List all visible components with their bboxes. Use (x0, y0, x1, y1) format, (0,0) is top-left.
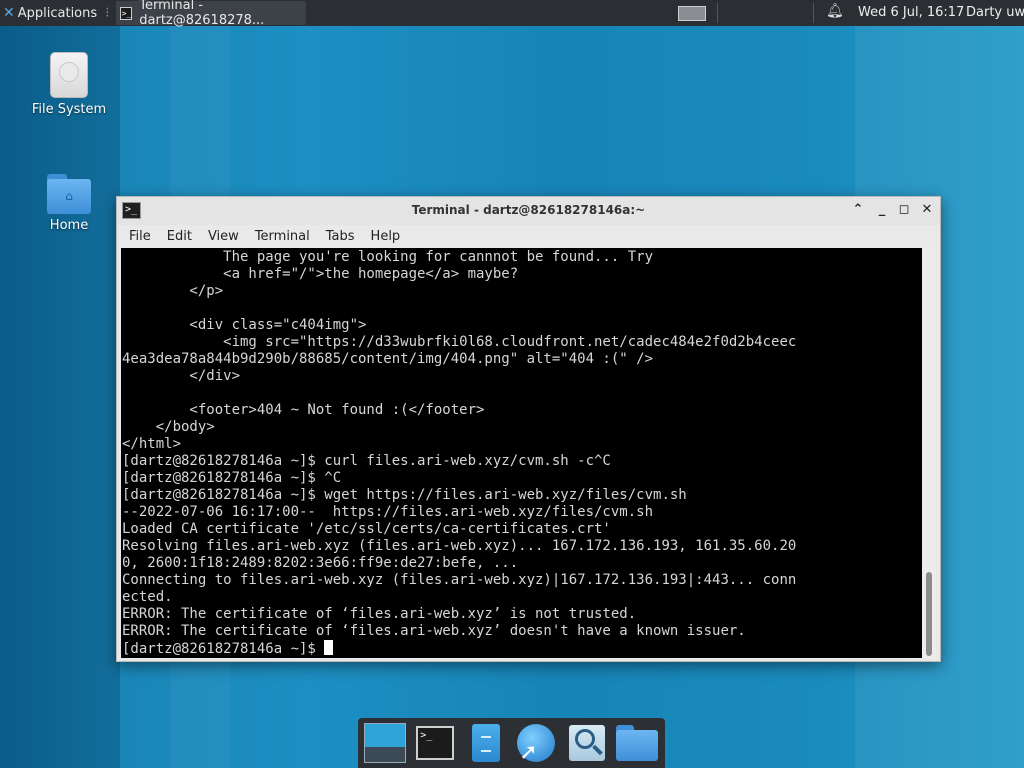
file-cabinet-icon (471, 724, 500, 762)
terminal-icon: >_ (119, 6, 133, 20)
desktop-icon-label: File System (31, 102, 107, 117)
web-browser-icon: ➚ (517, 724, 556, 765)
terminal-icon: >_ (416, 726, 455, 760)
maximize-button[interactable]: ◻ (896, 202, 912, 218)
terminal-line: The page you're looking for cannnot be f… (122, 249, 654, 265)
desktop-icon-home[interactable]: ⌂ Home (24, 174, 114, 233)
window-titlebar[interactable]: >_ Terminal - dartz@82618278146a:~ ⌃ _ ◻… (117, 197, 940, 225)
menu-tabs[interactable]: Tabs (318, 229, 363, 244)
dock-terminal[interactable]: >_ (413, 721, 459, 765)
terminal-line: ERROR: The certificate of ‘files.ari-web… (122, 606, 637, 622)
dock: >_ ➚ (358, 718, 665, 768)
scrollbar[interactable] (922, 248, 936, 658)
terminal-line: </div> (122, 368, 241, 384)
taskbar-title: Terminal - dartz@82618278... (139, 0, 265, 28)
menu-edit[interactable]: Edit (159, 229, 200, 244)
terminal-line: --2022-07-06 16:17:00-- https://files.ar… (122, 504, 654, 520)
home-folder-icon: ⌂ (47, 174, 91, 214)
close-button[interactable]: ✕ (919, 202, 935, 218)
dock-show-desktop[interactable] (362, 721, 408, 765)
file-manager-icon (616, 725, 659, 761)
terminal-window: >_ Terminal - dartz@82618278146a:~ ⌃ _ ◻… (116, 196, 941, 662)
terminal-line: 0, 2600:1f18:2489:8202:3e66:ff9e:de27:be… (122, 555, 519, 571)
window-title: Terminal - dartz@82618278146a:~ (411, 203, 646, 217)
panel-divider (717, 3, 718, 23)
terminal-line: [dartz@82618278146a ~]$ curl files.ari-w… (122, 453, 611, 469)
desktop-icon-label: Home (49, 218, 89, 233)
terminal-text: The page you're looking for cannnot be f… (121, 248, 922, 658)
applications-menu-button[interactable]: ✕ Applications (0, 0, 101, 26)
window-menu-up-icon[interactable]: ⌃ (850, 202, 866, 218)
user-menu[interactable]: Darty uwu (966, 5, 1024, 20)
show-desktop-icon (363, 723, 406, 763)
desktop-icon-file-system[interactable]: File System (24, 52, 114, 117)
terminal-line: </html> (122, 436, 182, 452)
terminal-line: [dartz@82618278146a ~]$ ^C (122, 470, 342, 486)
drive-icon (50, 52, 88, 98)
terminal-line: ERROR: The certificate of ‘files.ari-web… (122, 623, 746, 639)
terminal-line: <footer>404 ~ Not found :(</footer> (122, 402, 485, 418)
notification-bell-icon[interactable]: 🔔︎ (826, 3, 844, 19)
terminal-line: <div class="c404img"> (122, 317, 367, 333)
xfce-logo-icon: ✕ (3, 5, 15, 21)
terminal-output[interactable]: The page you're looking for cannnot be f… (121, 248, 922, 658)
app-finder-icon (568, 725, 605, 761)
terminal-line: 4ea3dea78a844b9d290b/88685/content/img/4… (122, 351, 654, 367)
menu-terminal[interactable]: Terminal (247, 229, 318, 244)
desktop-shade-left (0, 26, 120, 768)
dock-file-cabinet[interactable] (463, 721, 509, 765)
terminal-line: Connecting to files.ari-web.xyz (files.a… (122, 572, 797, 588)
menubar: File Edit View Terminal Tabs Help (117, 225, 940, 247)
menu-view[interactable]: View (200, 229, 247, 244)
menu-file[interactable]: File (121, 229, 159, 244)
terminal-line: [dartz@82618278146a ~]$ wget https://fil… (122, 487, 687, 503)
terminal-line: <a href="/">the homepage</a> maybe? (122, 266, 519, 282)
terminal-line: Loaded CA certificate '/etc/ssl/certs/ca… (122, 521, 611, 537)
dock-web-browser[interactable]: ➚ (514, 721, 560, 765)
terminal-line: <img src="https://d33wubrfki0l68.cloudfr… (122, 334, 797, 350)
terminal-line: ected. (122, 589, 173, 605)
dock-file-manager[interactable] (615, 721, 661, 765)
terminal-line: Resolving files.ari-web.xyz (files.ari-w… (122, 538, 797, 554)
minimize-button[interactable]: _ (874, 202, 890, 218)
terminal-cursor (324, 640, 334, 655)
dock-app-finder[interactable] (564, 721, 610, 765)
clock[interactable]: Wed 6 Jul, 16:17 (858, 5, 964, 20)
terminal-line: </body> (122, 419, 215, 435)
panel-divider (813, 3, 814, 23)
applications-label: Applications (17, 5, 98, 21)
workspace-switcher[interactable] (678, 6, 706, 21)
menu-help[interactable]: Help (363, 229, 409, 244)
taskbar-terminal-button[interactable]: >_ Terminal - dartz@82618278... (115, 0, 306, 28)
panel-separator: ⁝ (105, 5, 110, 21)
terminal-prompt: [dartz@82618278146a ~]$ (122, 641, 325, 657)
scrollbar-thumb[interactable] (926, 572, 932, 656)
terminal-line: </p> (122, 283, 224, 299)
